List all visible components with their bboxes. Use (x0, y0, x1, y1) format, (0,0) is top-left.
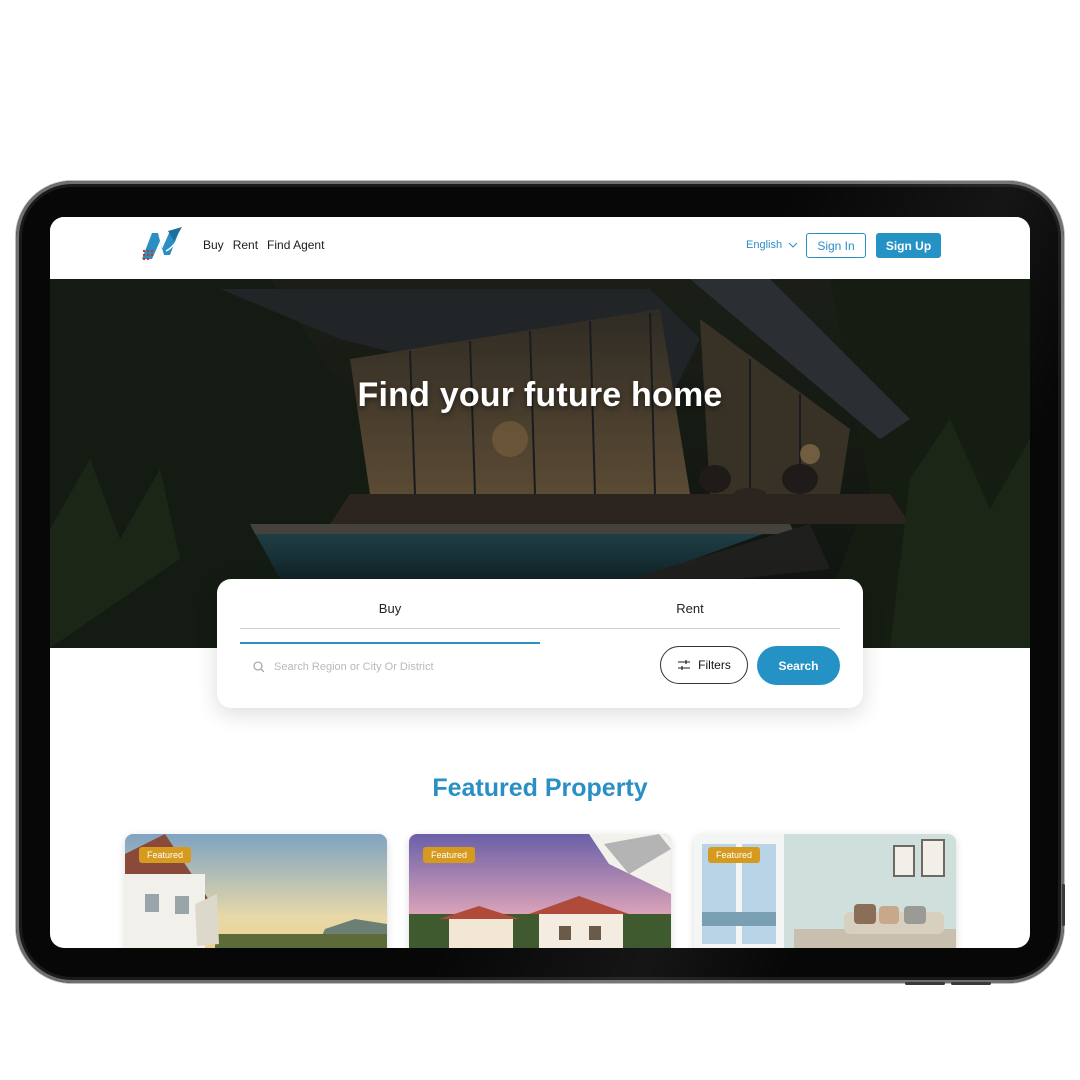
sliders-icon (678, 660, 691, 670)
search-button[interactable]: Search (757, 646, 840, 685)
hero-title: Find your future home (357, 376, 723, 414)
brand-logo[interactable] (140, 227, 184, 263)
featured-badge: Featured (708, 847, 761, 863)
search-panel: Buy Rent Filters Search (217, 579, 863, 708)
filters-button[interactable]: Filters (660, 646, 748, 684)
sign-in-button[interactable]: Sign In (806, 233, 866, 258)
nav-buy-link[interactable]: Buy (203, 238, 224, 252)
nav-rent-link[interactable]: Rent (233, 238, 258, 252)
tablet-volume-button (905, 982, 945, 985)
property-card[interactable]: Featured (694, 834, 956, 948)
sign-up-button[interactable]: Sign Up (876, 233, 941, 258)
featured-badge: Featured (423, 847, 476, 863)
top-navbar: Buy Rent Find Agent English Sign In Sign… (50, 217, 1030, 279)
property-card[interactable]: Featured (409, 834, 671, 948)
language-label: English (746, 239, 783, 251)
search-input[interactable] (272, 660, 606, 674)
featured-section-title: Featured Property (432, 774, 648, 802)
tablet-side-button (1062, 884, 1065, 926)
nav-find-agent-link[interactable]: Find Agent (267, 238, 324, 252)
property-card[interactable]: Featured (125, 834, 387, 948)
chevron-down-icon (788, 242, 798, 248)
tab-buy[interactable]: Buy (240, 601, 540, 644)
search-icon (253, 661, 265, 673)
filters-label: Filters (698, 658, 731, 672)
search-field (253, 657, 633, 677)
main-nav: Buy Rent Find Agent (203, 238, 324, 252)
search-tabs: Buy Rent (240, 601, 840, 644)
tab-rent[interactable]: Rent (540, 601, 840, 616)
app-screen: Buy Rent Find Agent English Sign In Sign… (50, 217, 1030, 948)
tablet-volume-button (951, 982, 991, 985)
featured-badge: Featured (139, 847, 192, 863)
language-selector[interactable]: English (746, 239, 798, 251)
